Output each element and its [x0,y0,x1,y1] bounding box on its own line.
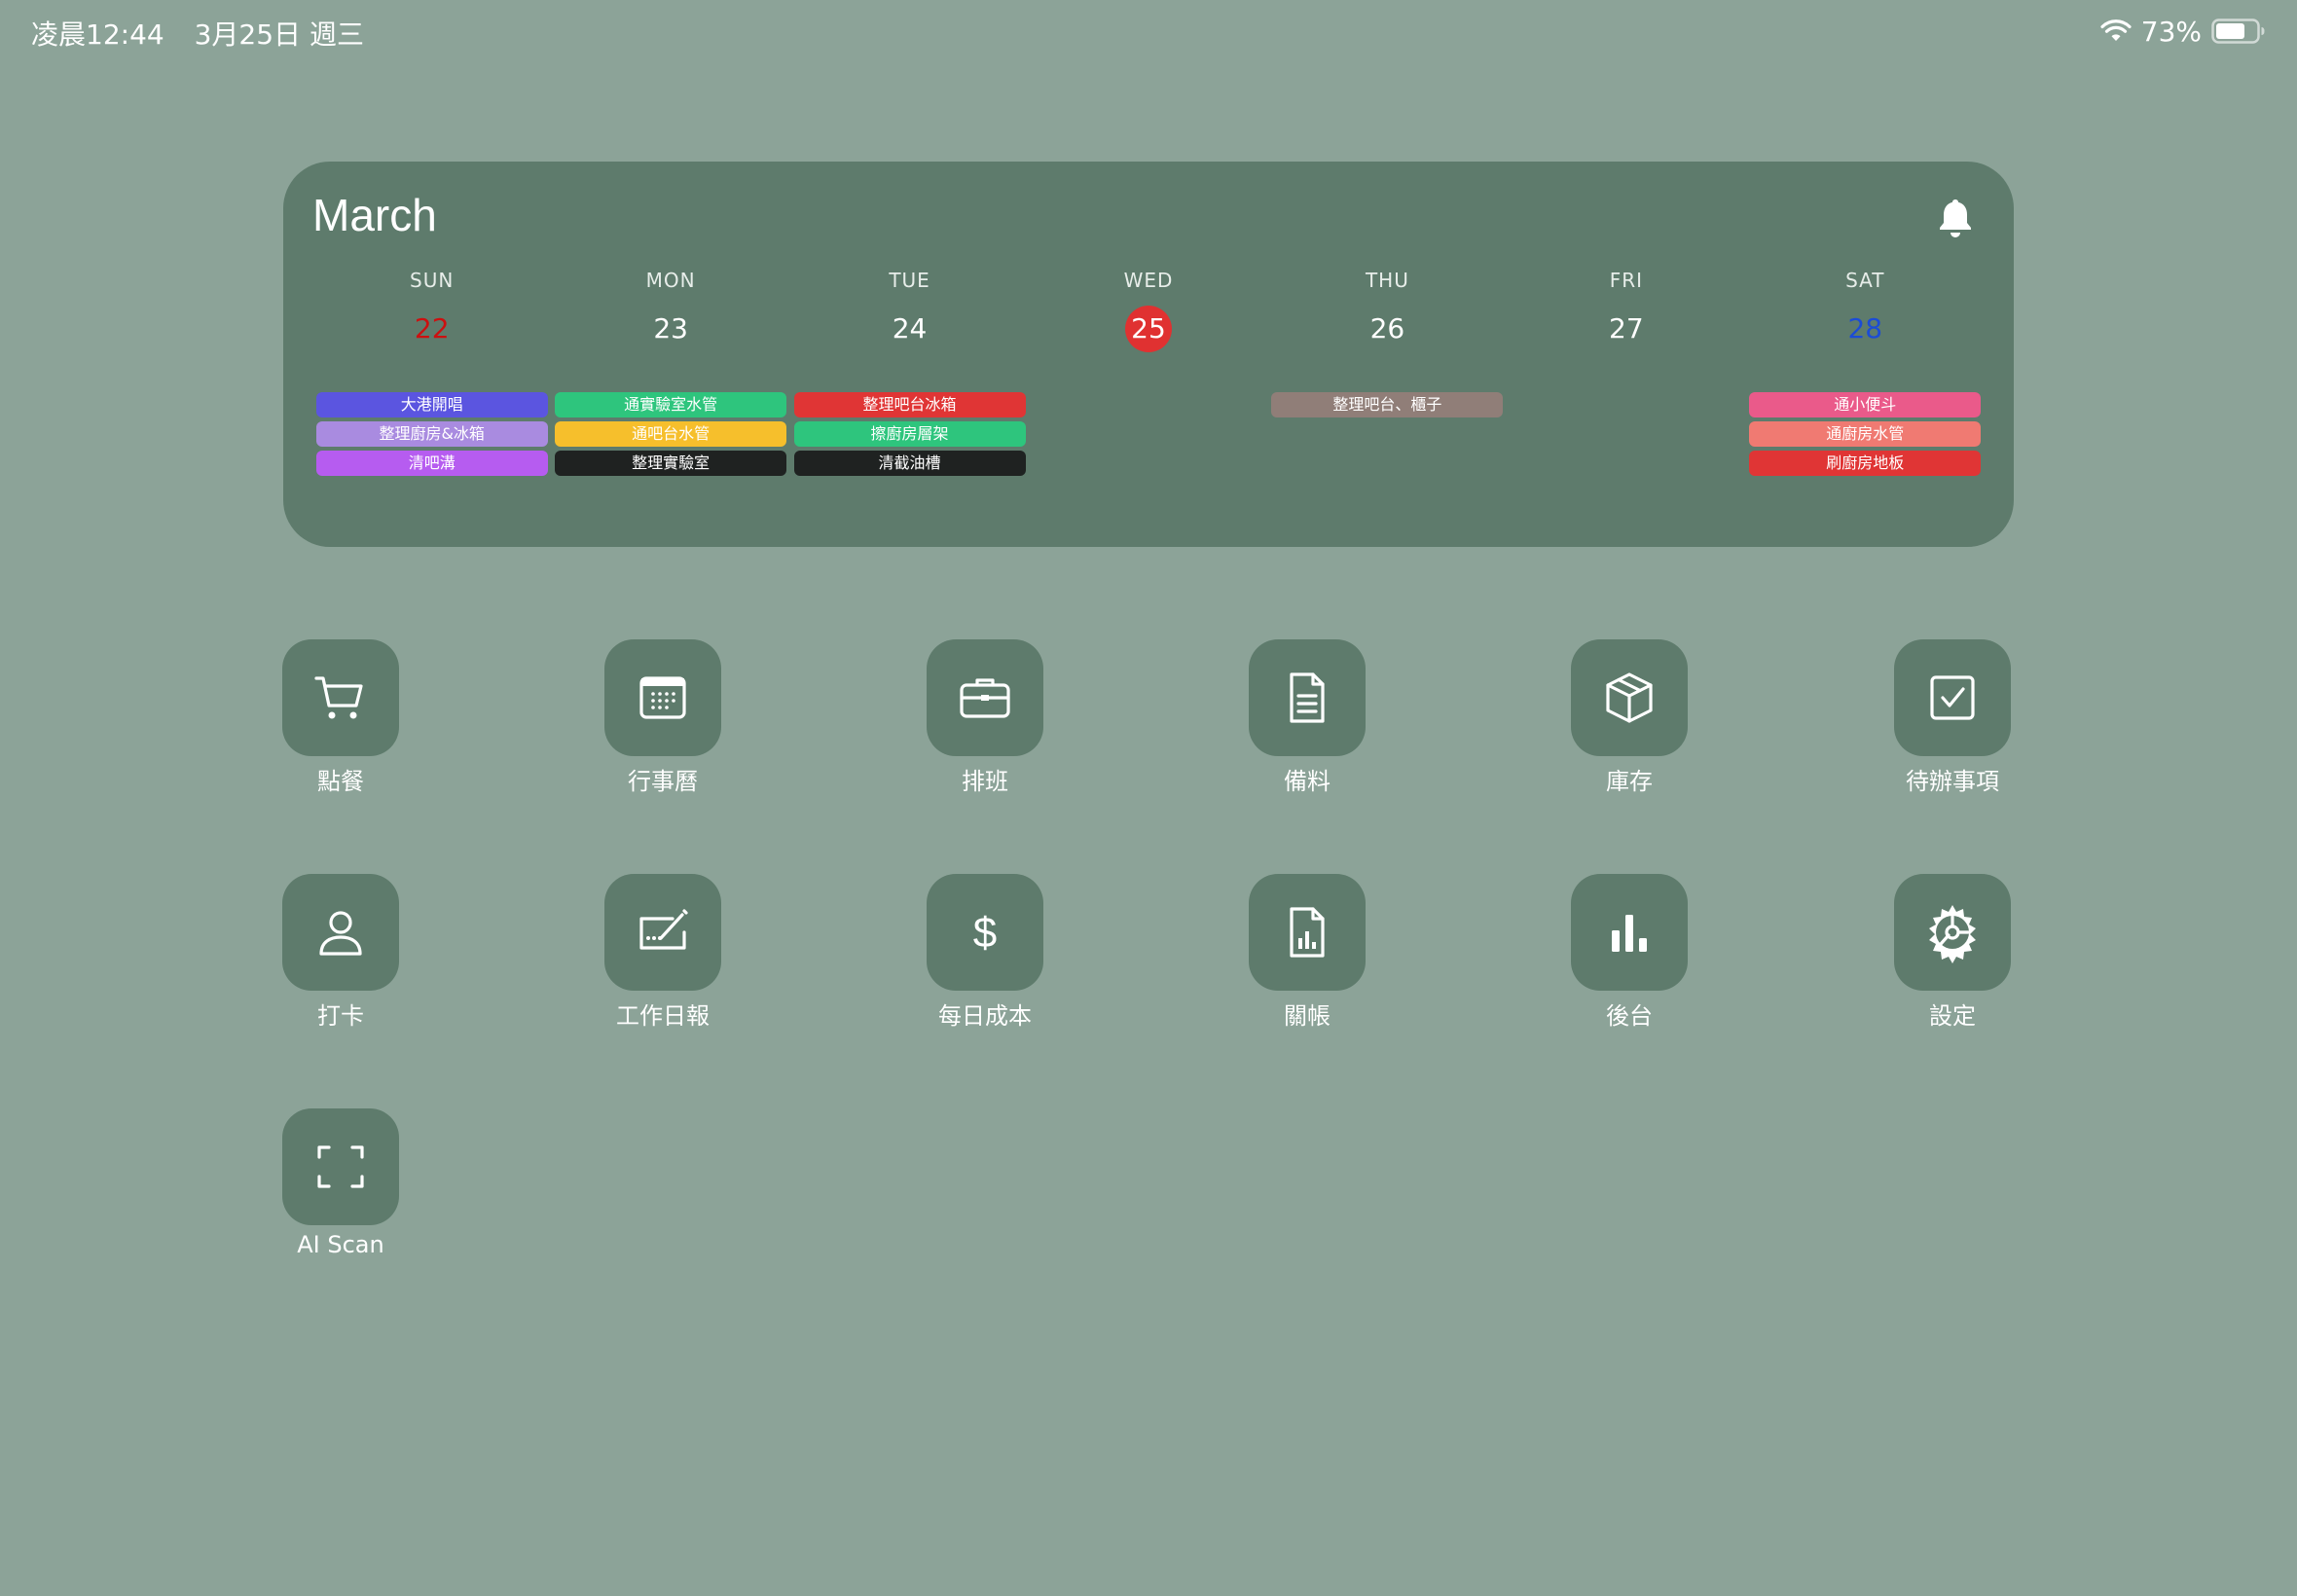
day-of-week-label: WED [1123,269,1174,292]
bar-chart-icon [1600,903,1659,961]
day-of-week-label: SUN [410,269,455,292]
date-number[interactable]: 22 [409,306,456,352]
calendar-day-tue[interactable]: TUE 24 整理吧台冰箱 擦廚房層架清截油槽 [793,269,1026,522]
app-label: 工作日報 [616,1002,710,1030]
gear-icon [1921,901,1984,963]
calendar-event[interactable]: 通廚房水管 [1749,421,1982,447]
app-label: 點餐 [317,768,364,795]
app-todo[interactable]: 待辦事項 [1845,639,2060,815]
calendar-icon [634,669,692,727]
battery-icon [2211,18,2266,44]
signature-icon [634,903,692,961]
briefcase-icon [956,669,1014,727]
calendar-event[interactable]: 清吧溝 [315,451,548,476]
calendar-event[interactable]: 整理吧台、櫃子 [1271,392,1504,417]
calendar-day-thu[interactable]: THU 26 整理吧台、櫃子 [1271,269,1504,522]
date-number[interactable]: 24 [887,306,933,352]
status-time: 凌晨12:44 [31,18,164,51]
app-label: 庫存 [1606,768,1653,795]
app-settings[interactable]: 設定 [1845,874,2060,1049]
day-of-week-label: SAT [1845,269,1885,292]
app-closing[interactable]: 關帳 [1200,874,1414,1049]
calendar-day-wed[interactable]: WED 25 [1033,269,1264,522]
date-number[interactable]: 28 [1841,306,1888,352]
clock-in-app-button[interactable] [282,874,399,991]
calendar-event[interactable]: 清截油槽 [793,451,1026,476]
app-inventory[interactable]: 庫存 [1522,639,1736,815]
app-ai-scan[interactable]: AI Scan [234,1108,448,1284]
document-icon [1278,669,1336,727]
today-date-number[interactable]: 25 [1125,306,1172,352]
order-app-button[interactable] [282,639,399,756]
app-prep[interactable]: 備料 [1200,639,1414,815]
day-of-week-label: THU [1365,269,1409,292]
box-icon [1600,669,1659,727]
battery-percent: 73% [2140,15,2202,48]
date-number[interactable]: 27 [1603,306,1650,352]
app-calendar[interactable]: 行事曆 [556,639,770,815]
calendar-day-fri[interactable]: FRI 27 [1511,269,1742,522]
daily-cost-app-button[interactable]: $ [927,874,1043,991]
calendar-event[interactable]: 通吧台水管 [555,421,787,447]
calendar-event[interactable]: 通小便斗 [1749,392,1982,417]
schedule-app-button[interactable] [927,639,1043,756]
person-icon [311,903,370,961]
date-number[interactable]: 23 [647,306,694,352]
app-label: AI Scan [297,1231,384,1258]
calendar-event[interactable]: 大港開唱 [315,392,548,417]
checkbox-icon [1923,669,1982,727]
status-left: 凌晨12:44 3月25日 週三 [31,14,385,53]
date-number[interactable]: 26 [1364,306,1410,352]
calendar-day-sun[interactable]: SUN 22 大港開唱整理廚房&冰箱 清吧溝 [315,269,548,522]
prep-app-button[interactable] [1249,639,1366,756]
day-of-week-label: FRI [1609,269,1643,292]
ai-scan-app-button[interactable] [282,1108,399,1225]
scan-icon [311,1138,370,1196]
app-backend[interactable]: 後台 [1522,874,1736,1049]
day-of-week-label: MON [645,269,696,292]
inventory-app-button[interactable] [1571,639,1688,756]
app-schedule[interactable]: 排班 [878,639,1092,815]
app-label: 待辦事項 [1906,768,1999,795]
app-order[interactable]: 點餐 [234,639,448,815]
day-of-week-label: TUE [889,269,930,292]
calendar-widget[interactable]: March SUN 22 大港開唱整理廚房&冰箱 清吧溝 MON 23 通實驗室水管 通吧台水… [283,162,2014,547]
svg-text:$: $ [973,909,997,957]
app-label: 關帳 [1284,1002,1331,1030]
app-label: 每日成本 [938,1002,1032,1030]
dollar-icon: $ [956,903,1014,961]
report-icon [1278,903,1336,961]
settings-app-button[interactable] [1894,874,2011,991]
app-daily-report[interactable]: 工作日報 [556,874,770,1049]
bell-icon[interactable] [1936,197,1975,239]
calendar-event[interactable]: 整理實驗室 [555,451,787,476]
app-label: 備料 [1284,768,1331,795]
app-label: 排班 [962,768,1008,795]
status-bar: 凌晨12:44 3月25日 週三 73% [0,0,2297,62]
calendar-event[interactable]: 整理廚房&冰箱 [315,421,548,447]
calendar-day-sat[interactable]: SAT 28 通小便斗通廚房水管刷廚房地板 [1749,269,1982,522]
closing-app-button[interactable] [1249,874,1366,991]
calendar-month: March [312,190,437,240]
app-label: 後台 [1606,1002,1653,1030]
status-date: 3月25日 週三 [194,18,364,51]
app-daily-cost[interactable]: $ 每日成本 [878,874,1092,1049]
backend-app-button[interactable] [1571,874,1688,991]
app-label: 打卡 [317,1002,364,1030]
calendar-app-button[interactable] [604,639,721,756]
calendar-day-mon[interactable]: MON 23 通實驗室水管 通吧台水管整理實驗室 [555,269,787,522]
daily-report-app-button[interactable] [604,874,721,991]
app-label: 設定 [1929,1002,1976,1030]
app-label: 行事曆 [628,768,698,795]
todo-app-button[interactable] [1894,639,2011,756]
calendar-event[interactable]: 通實驗室水管 [555,392,787,417]
calendar-week: SUN 22 大港開唱整理廚房&冰箱 清吧溝 MON 23 通實驗室水管 通吧台水管整理實驗室… [312,269,1985,522]
app-clock-in[interactable]: 打卡 [234,874,448,1049]
calendar-event[interactable]: 整理吧台冰箱 [793,392,1026,417]
cart-icon [311,669,370,727]
calendar-event[interactable]: 刷廚房地板 [1749,451,1982,476]
wifi-icon [2100,19,2132,43]
calendar-event[interactable]: 擦廚房層架 [793,421,1026,447]
status-right: 73% [2100,14,2266,49]
